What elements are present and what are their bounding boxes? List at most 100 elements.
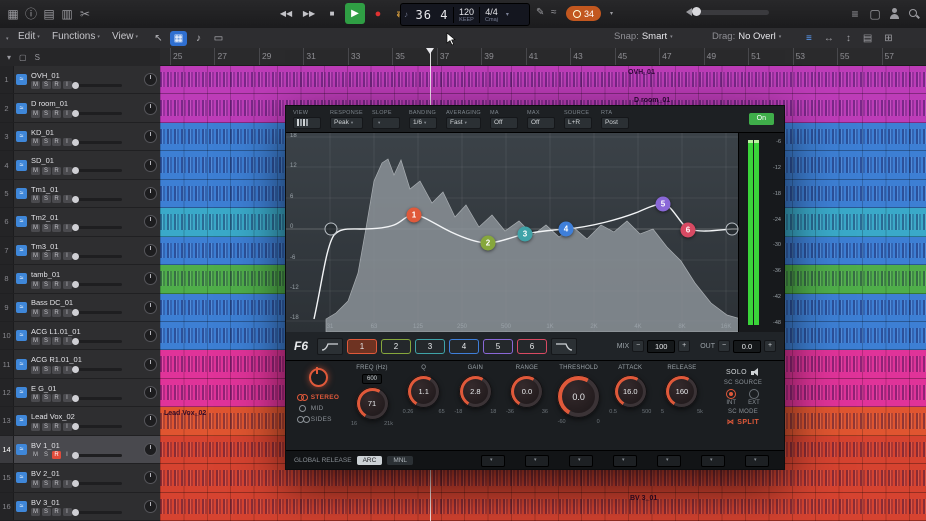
eq-graph[interactable]: 181260-6-12-18 31631252505001K2K4K8K16K … [286,133,784,332]
band-select-button[interactable]: 4 [449,339,479,354]
play-button[interactable]: ▶ [345,3,365,24]
track-name[interactable]: Bass DC_01 [31,298,142,307]
mute-button[interactable]: M [31,337,40,345]
tuner-icon[interactable]: ≈ [551,7,557,18]
edit-menu[interactable]: Edit▾ [18,31,40,42]
mix-minus-button[interactable]: − [632,340,644,352]
setting-control[interactable]: Peak ▾ [330,117,363,129]
pan-knob[interactable] [144,73,157,86]
drag-menu[interactable]: Drag: No Overl ▾ [712,31,781,42]
band-node[interactable]: 4 [559,222,574,237]
input-monitor-button[interactable]: I [63,423,72,431]
track-name[interactable]: BV 3_01 [31,498,142,507]
track-row[interactable]: 13 ≈ Lead Vox_02 M S R I [0,407,160,435]
parameter-knob[interactable]: 1.1 [407,375,440,408]
mix-value[interactable]: 100 [647,340,675,353]
sc-int-button[interactable]: INT [726,389,736,406]
arc-button[interactable]: ARC [357,456,383,465]
input-monitor-button[interactable]: I [63,309,72,317]
mute-button[interactable]: M [31,110,40,118]
volume-slider[interactable] [76,169,122,172]
param-stepper[interactable] [613,455,637,467]
track-name[interactable]: ACG R1.01_01 [31,355,142,364]
search-icon[interactable] [908,8,920,20]
param-stepper[interactable] [745,455,769,467]
track-row[interactable]: 16 ≈ BV 3_01 M S R I [0,493,160,521]
input-monitor-button[interactable]: I [63,252,72,260]
sc-int-radio[interactable] [726,389,736,399]
record-enable-button[interactable]: R [52,366,61,374]
rta-on-button[interactable]: On [749,113,774,125]
bar-ruler[interactable]: 2527293133353739414345474951535557 [160,48,926,66]
zoom-icon[interactable]: ↔ [824,33,834,44]
knob-display[interactable]: 600 [362,374,382,384]
input-monitor-button[interactable]: I [63,394,72,402]
solo-button[interactable]: S [42,508,51,516]
mute-button[interactable]: M [31,394,40,402]
badge-chevron-icon[interactable]: ▾ [610,10,613,17]
solo-button[interactable]: S [42,167,51,175]
track-name[interactable]: SD_01 [31,156,142,165]
setting-control[interactable] [293,117,321,129]
track-name[interactable]: E G_01 [31,384,142,393]
pan-knob[interactable] [144,386,157,399]
parameter-knob[interactable]: 160 [665,375,698,408]
volume-slider[interactable] [76,141,122,144]
record-enable-button[interactable]: R [52,81,61,89]
highpass-node[interactable] [325,223,338,236]
track-row[interactable]: 4 ≈ SD_01 M S R I [0,151,160,179]
playhead-marker[interactable] [426,48,434,54]
parameter-knob[interactable]: 16.0 [614,375,647,408]
solo-button[interactable]: S [42,281,51,289]
track-name[interactable]: Tm2_01 [31,213,142,222]
toolbar-icon[interactable]: ⓘ [22,6,40,22]
volume-slider[interactable] [76,511,122,514]
solo-button[interactable]: S [42,138,51,146]
volume-slider[interactable] [76,397,122,400]
sc-ext-button[interactable]: EXT [748,389,760,406]
input-monitor-button[interactable]: I [63,366,72,374]
solo-speaker-icon[interactable] [751,368,760,377]
sc-ext-radio[interactable] [749,389,759,399]
track-row[interactable]: 8 ≈ tamb_01 M S R I [0,265,160,293]
input-monitor-button[interactable]: I [63,480,72,488]
channel-mode-button[interactable]: STEREO [297,394,340,401]
volume-slider[interactable] [76,283,122,286]
list-icon[interactable]: ≡ [846,6,864,22]
setting-control[interactable]: 1/6 ▾ [409,117,437,129]
pan-knob[interactable] [144,215,157,228]
mute-button[interactable]: M [31,252,40,260]
region-name[interactable]: Lead Vox_02 [164,410,206,417]
rewind-button[interactable]: ◀◀ [276,3,296,24]
record-enable-button[interactable]: R [52,281,61,289]
input-monitor-button[interactable]: I [63,195,72,203]
track-sort-icon[interactable]: ▢ [19,53,27,62]
pan-knob[interactable] [144,159,157,172]
pan-knob[interactable] [144,471,157,484]
track-row[interactable]: 3 ≈ KD_01 M S R I [0,123,160,151]
power-button[interactable] [309,368,328,387]
tool-button[interactable]: ♪ [190,31,207,46]
parameter-knob[interactable]: 71 [356,387,389,420]
solo-button[interactable]: S [42,366,51,374]
count-badge[interactable]: 34 [566,6,601,21]
parameter-knob[interactable]: 2.8 [459,375,492,408]
mute-button[interactable]: M [31,281,40,289]
region-name[interactable]: BV 3_01 [630,495,657,502]
input-monitor-button[interactable]: I [63,167,72,175]
track-name[interactable]: Lead Vox_02 [31,412,142,421]
toolbar-icon[interactable]: ▦ [4,6,22,22]
solo-button[interactable]: S [42,224,51,232]
param-stepper[interactable] [481,455,505,467]
region-name[interactable]: D room_01 [634,97,670,104]
band-node[interactable]: 3 [518,227,533,242]
record-enable-button[interactable]: R [52,224,61,232]
volume-slider[interactable] [76,454,122,457]
pan-knob[interactable] [144,130,157,143]
track-row[interactable]: 9 ≈ Bass DC_01 M S R I [0,294,160,322]
volume-slider[interactable] [76,84,122,87]
volume-slider[interactable] [76,340,122,343]
volume-slider[interactable] [76,482,122,485]
solo-button[interactable]: S [42,252,51,260]
track-row[interactable]: 15 ≈ BV 2_01 M S R I [0,464,160,492]
